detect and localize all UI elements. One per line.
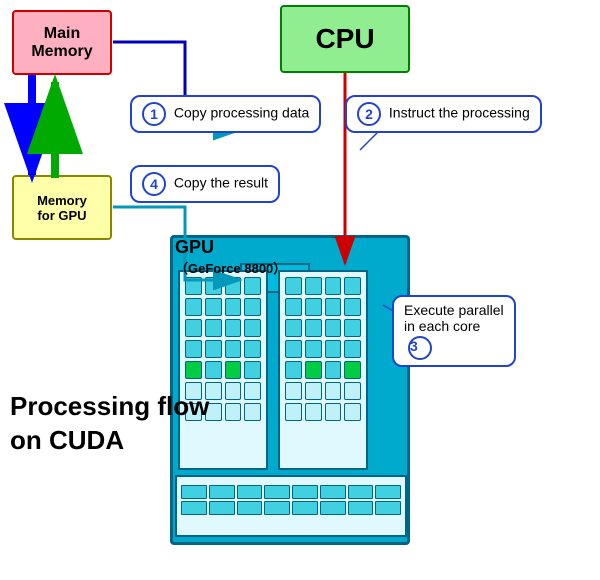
step1-text: Copy processing data: [174, 105, 309, 121]
diagram: Main Memory CPU Memoryfor GPU GPU （GeFor…: [0, 0, 600, 580]
core-cell: [325, 319, 342, 337]
core-cell-light: [285, 403, 302, 421]
core-cell: [285, 361, 302, 379]
cpu-box: CPU: [280, 5, 410, 73]
core-cell: [285, 298, 302, 316]
bottom-cell: [320, 485, 346, 499]
bottom-cell: [237, 485, 263, 499]
gpu-inner-right: [278, 270, 368, 470]
bottom-cell: [237, 501, 263, 515]
step-1-circle: 1: [142, 102, 166, 126]
core-cell: [185, 298, 202, 316]
core-cell: [305, 298, 322, 316]
core-cell-light: [344, 403, 361, 421]
core-cell-green: [185, 361, 202, 379]
step-4-circle: 4: [142, 172, 166, 196]
core-cell-light: [244, 403, 261, 421]
core-cell-light: [344, 382, 361, 400]
bottom-cell: [264, 501, 290, 515]
processing-flow-text: Processing flow on CUDA: [10, 390, 209, 458]
core-cell: [244, 298, 261, 316]
main-memory-label: Main Memory: [14, 25, 110, 61]
gpu-bottom-area: [175, 475, 407, 537]
processing-flow-line1: Processing flow: [10, 390, 209, 424]
step-3-circle: 3: [408, 336, 432, 360]
gpu-memory-box: Memoryfor GPU: [12, 175, 112, 240]
bottom-cell: [181, 485, 207, 499]
bottom-cell: [375, 485, 401, 499]
core-cell: [244, 361, 261, 379]
core-cell: [205, 298, 222, 316]
core-cell: [344, 319, 361, 337]
processing-flow-line2: on CUDA: [10, 424, 209, 458]
core-cell: [185, 277, 202, 295]
core-cell: [225, 340, 242, 358]
core-cell-green: [305, 361, 322, 379]
bottom-cell: [264, 485, 290, 499]
callout-step1: 1 Copy processing data: [130, 95, 321, 133]
core-cell: [185, 319, 202, 337]
core-cell: [244, 277, 261, 295]
bottom-cell: [209, 485, 235, 499]
main-memory-box: Main Memory: [12, 10, 112, 75]
core-cell-light: [244, 382, 261, 400]
callout-step4: 4 Copy the result: [130, 165, 280, 203]
core-cell: [205, 277, 222, 295]
gpu-label: GPU （GeForce 8800）: [175, 237, 286, 278]
core-cell: [325, 361, 342, 379]
bottom-cell: [292, 501, 318, 515]
core-cell: [205, 340, 222, 358]
core-cell-light: [325, 403, 342, 421]
core-cell: [225, 277, 242, 295]
step4-text: Copy the result: [174, 175, 268, 191]
core-cell: [305, 277, 322, 295]
bottom-cell: [209, 501, 235, 515]
core-cell: [185, 340, 202, 358]
bottom-cell: [181, 501, 207, 515]
gpu-memory-label: Memoryfor GPU: [37, 193, 87, 223]
core-cell: [344, 277, 361, 295]
cpu-label: CPU: [315, 23, 374, 55]
core-cell: [285, 319, 302, 337]
core-cell: [244, 340, 261, 358]
bottom-cell: [348, 501, 374, 515]
bottom-cell: [348, 485, 374, 499]
core-cell: [205, 361, 222, 379]
core-cell: [305, 319, 322, 337]
bottom-cell: [292, 485, 318, 499]
core-cell: [285, 277, 302, 295]
core-cell: [344, 340, 361, 358]
callout-step2: 2 Instruct the processing: [345, 95, 542, 133]
bottom-cell: [320, 501, 346, 515]
core-cell-light: [225, 403, 242, 421]
core-cell: [225, 298, 242, 316]
core-cell-light: [325, 382, 342, 400]
core-cell: [225, 319, 242, 337]
core-cell-green: [225, 361, 242, 379]
core-cell-light: [225, 382, 242, 400]
core-cell: [325, 340, 342, 358]
step-2-circle: 2: [357, 102, 381, 126]
callout-step3: Execute parallelin each core 3: [392, 295, 516, 367]
core-cell: [285, 340, 302, 358]
step2-text: Instruct the processing: [389, 105, 530, 121]
core-cell-green: [344, 361, 361, 379]
step3-text: Execute parallelin each core: [404, 302, 504, 334]
bottom-cell: [375, 501, 401, 515]
core-cell: [305, 340, 322, 358]
core-cell-light: [305, 403, 322, 421]
core-cell: [244, 319, 261, 337]
core-cell: [325, 298, 342, 316]
core-cell: [205, 319, 222, 337]
core-cell: [344, 298, 361, 316]
core-cell: [325, 277, 342, 295]
core-cell-light: [305, 382, 322, 400]
core-cell-light: [285, 382, 302, 400]
